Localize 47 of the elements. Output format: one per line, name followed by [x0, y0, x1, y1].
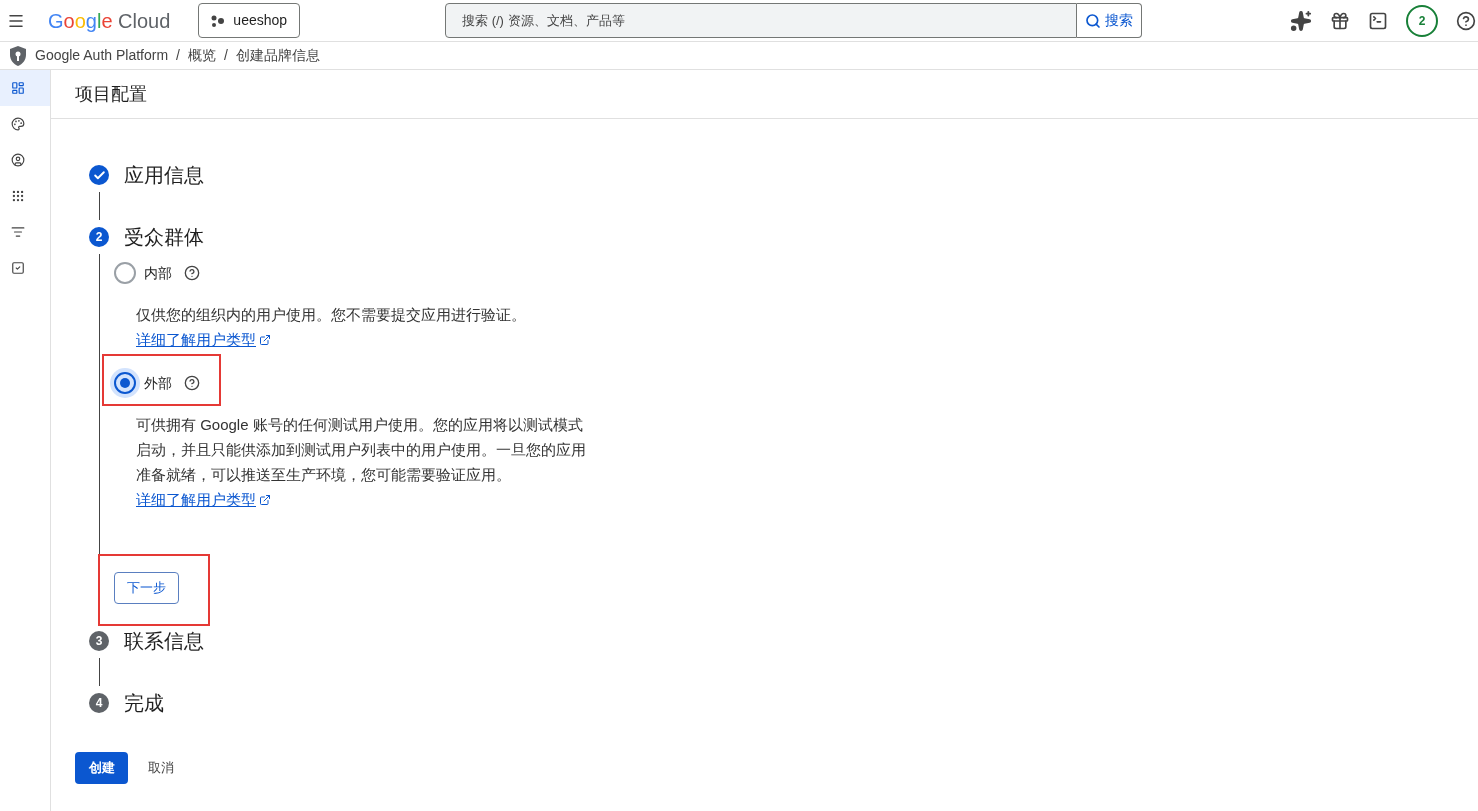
help-icon[interactable] — [184, 375, 200, 391]
notification-badge[interactable]: 2 — [1406, 4, 1438, 37]
step-number: 4 — [89, 693, 109, 713]
sparkle-icon[interactable] — [1290, 9, 1312, 32]
nav-icon — [11, 81, 25, 95]
step-number: 2 — [89, 227, 109, 247]
project-picker[interactable]: ueeshop — [198, 3, 301, 38]
search-button[interactable]: 搜索 — [1077, 3, 1143, 38]
learn-more-link[interactable]: 详细了解用户类型 — [136, 327, 271, 352]
nav-icon — [11, 117, 25, 131]
step-title: 受众群体 — [124, 225, 204, 250]
radio-button[interactable] — [114, 262, 136, 284]
external-link-icon — [259, 493, 271, 506]
nav-icon — [11, 153, 25, 167]
side-nav-item[interactable] — [0, 70, 50, 106]
create-button[interactable]: 创建 — [75, 752, 128, 784]
gift-icon[interactable] — [1330, 10, 1350, 31]
external-link-icon — [259, 333, 271, 346]
nav-icon — [11, 261, 25, 275]
help-icon[interactable] — [184, 265, 200, 281]
breadcrumb-separator: / — [176, 46, 180, 65]
radio-label: 内部 — [144, 263, 172, 283]
project-dots-icon — [211, 14, 226, 27]
option-description: 仅供您的组织内的用户使用。您不需要提交应用进行验证。 详细了解用户类型 — [136, 302, 592, 352]
breadcrumb-separator: / — [223, 46, 228, 65]
step-number: 3 — [89, 631, 109, 651]
help-icon[interactable] — [1456, 10, 1476, 31]
option-description: 可供拥有 Google 账号的任何测试用户使用。您的应用将以测试模式启动，并且只能供添加到测试用户列表中的用户使用。一旦您的应用准备就绪，可以推送至生产环境，您可能需要验证应用。 详细了解用户类型 — [136, 412, 592, 512]
breadcrumb-link[interactable]: 创建品牌信息 — [235, 45, 320, 66]
nav-icon — [11, 189, 25, 203]
step-title: 完成 — [124, 691, 164, 716]
radio-button[interactable] — [114, 372, 136, 394]
learn-more-link[interactable]: 详细了解用户类型 — [136, 487, 271, 512]
nav-icon — [11, 225, 25, 239]
cancel-button[interactable]: 取消 — [148, 752, 174, 784]
page-title: 项目配置 — [75, 82, 147, 106]
step-title: 应用信息 — [124, 163, 204, 188]
step-title: 联系信息 — [124, 629, 204, 654]
shield-key-icon — [9, 45, 27, 66]
next-button[interactable]: 下一步 — [114, 572, 179, 604]
search-field[interactable]: 搜索 (/) 资源、文档、产品等 — [445, 3, 1078, 38]
google-cloud-logo[interactable]: Google Cloud — [48, 5, 171, 36]
terminal-icon[interactable] — [1368, 10, 1388, 31]
search-icon — [1085, 12, 1102, 29]
radio-label: 外部 — [144, 373, 172, 393]
breadcrumb-link[interactable]: Google Auth Platform — [35, 45, 169, 66]
breadcrumb-link[interactable]: 概览 — [187, 45, 216, 66]
